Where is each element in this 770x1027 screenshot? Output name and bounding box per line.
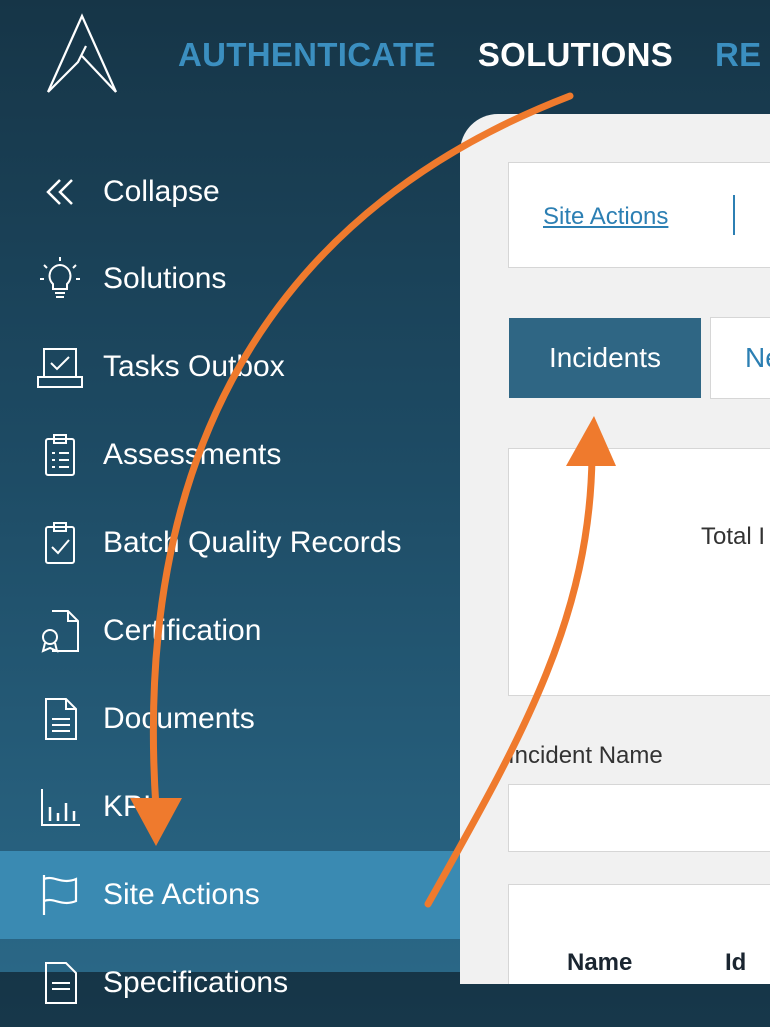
clipboard-check-icon	[36, 519, 84, 567]
table-header-name[interactable]: Name	[567, 949, 632, 977]
breadcrumb-card: Site Actions	[508, 162, 770, 268]
summary-total-label: Total I	[701, 523, 766, 550]
sidebar-item-batch-quality-records[interactable]: Batch Quality Records	[0, 499, 460, 587]
tab-incidents[interactable]: Incidents	[509, 318, 701, 398]
sidebar-item-label: KPI	[103, 790, 152, 823]
flag-icon	[36, 871, 84, 919]
incident-name-label: Incident Name	[508, 742, 663, 769]
lightbulb-icon	[36, 255, 84, 303]
document-icon	[36, 695, 84, 743]
sidebar-item-label: Documents	[103, 702, 255, 735]
sidebar-item-label: Certification	[103, 614, 262, 647]
sidebar-item-label: Solutions	[103, 262, 227, 295]
document-icon	[36, 959, 84, 1007]
sidebar-item-certification[interactable]: Certification	[0, 587, 460, 675]
tray-check-icon	[36, 343, 84, 391]
sidebar-item-solutions[interactable]: Solutions	[0, 235, 460, 323]
sidebar-item-site-actions[interactable]: Site Actions	[0, 851, 460, 939]
breadcrumb-divider	[733, 195, 735, 235]
sidebar-item-label: Specifications	[103, 966, 289, 999]
topnav-authenticate[interactable]: AUTHENTICATE	[178, 36, 436, 74]
certificate-icon	[36, 607, 84, 655]
sidebar-item-assessments[interactable]: Assessments	[0, 411, 460, 499]
sidebar-item-tasks-outbox[interactable]: Tasks Outbox	[0, 323, 460, 411]
top-nav: AUTHENTICATE SOLUTIONS RE	[178, 36, 761, 74]
breadcrumb-site-actions-link[interactable]: Site Actions	[543, 203, 668, 231]
sidebar-item-specifications[interactable]: Specifications	[0, 939, 460, 1027]
top-bar: AUTHENTICATE SOLUTIONS RE	[0, 0, 770, 112]
summary-card: Total I	[508, 448, 770, 696]
main-panel: Site Actions Incidents Ne Total I Incide…	[460, 114, 770, 984]
sidebar-item-kpi[interactable]: KPI	[0, 763, 460, 851]
sidebar-item-collapse[interactable]: Collapse	[0, 148, 460, 236]
sidebar-item-label: Tasks Outbox	[103, 350, 285, 383]
incident-name-input[interactable]	[508, 784, 770, 852]
sidebar-item-label: Site Actions	[103, 878, 260, 911]
sidebar-item-label: Batch Quality Records	[103, 526, 402, 559]
topnav-re[interactable]: RE	[715, 36, 761, 74]
incidents-table: Name Id	[508, 884, 770, 984]
sidebar-item-label: Assessments	[103, 438, 282, 471]
table-header-id[interactable]: Id	[725, 949, 746, 977]
sidebar-item-label: Collapse	[103, 175, 220, 208]
logo-icon[interactable]	[42, 12, 122, 96]
chevrons-left-icon	[36, 168, 84, 216]
clipboard-list-icon	[36, 431, 84, 479]
topnav-solutions[interactable]: SOLUTIONS	[478, 36, 673, 74]
sidebar-item-documents[interactable]: Documents	[0, 675, 460, 763]
sidebar: Collapse Solutions Tasks Outbox Assessme…	[0, 112, 460, 1004]
tab-next[interactable]: Ne	[710, 317, 770, 399]
bar-chart-icon	[36, 783, 84, 831]
